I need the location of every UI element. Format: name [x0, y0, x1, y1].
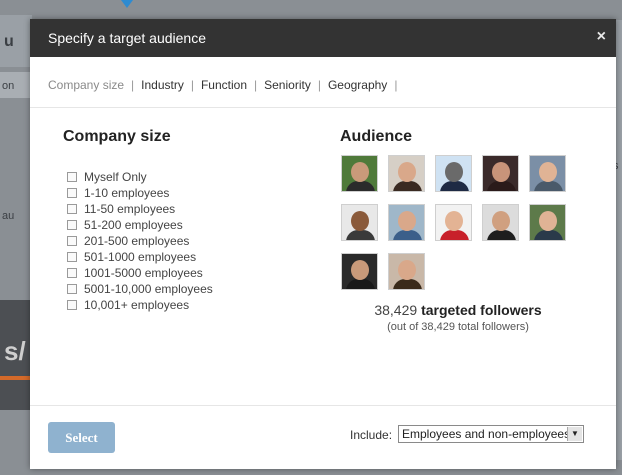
avatar [341, 253, 378, 290]
background-text: u [4, 33, 14, 50]
avatar-body [393, 181, 422, 191]
followers-count: 38,429 [374, 302, 418, 318]
avatar-body [346, 279, 375, 289]
target-audience-dialog: Specify a target audience × Company size… [30, 19, 616, 469]
option-label: Myself Only [84, 170, 147, 184]
avatar [529, 155, 566, 192]
checkbox[interactable] [67, 188, 77, 198]
checkbox[interactable] [67, 236, 77, 246]
avatar-head [351, 211, 369, 231]
background-text: s/ [4, 336, 26, 366]
filter-tabs: Company size | Industry | Function | Seniority… [48, 78, 404, 92]
checkbox[interactable] [67, 252, 77, 262]
avatar-head [445, 211, 463, 231]
avatar [388, 253, 425, 290]
option-label: 201-500 employees [84, 234, 190, 248]
checkbox[interactable] [67, 172, 77, 182]
pointer-arrow [121, 0, 133, 8]
avatar-body [440, 230, 469, 240]
dialog-header: Specify a target audience × [30, 19, 616, 57]
total-followers: (out of 38,429 total followers) [387, 321, 529, 333]
avatar [529, 204, 566, 241]
avatar [341, 155, 378, 192]
option-label: 10,001+ employees [84, 298, 190, 312]
option-1-10[interactable]: 1-10 employees [67, 185, 213, 201]
avatar [482, 155, 519, 192]
avatar-head [398, 162, 416, 182]
tab-separator: | [190, 78, 194, 92]
avatar-head [351, 260, 369, 280]
avatar-head [539, 162, 557, 182]
background-image [0, 376, 32, 380]
tab-separator: | [254, 78, 258, 92]
option-label: 1001-5000 employees [84, 266, 203, 280]
option-11-50[interactable]: 11-50 employees [67, 201, 213, 217]
chevron-down-icon[interactable]: ▼ [567, 427, 582, 441]
option-10001-plus[interactable]: 10,001+ employees [67, 297, 213, 313]
avatar [388, 155, 425, 192]
close-icon[interactable]: × [597, 28, 606, 46]
company-size-title: Company size [63, 128, 171, 145]
checkbox[interactable] [67, 284, 77, 294]
tab-divider [30, 107, 616, 108]
avatar [341, 204, 378, 241]
tab-seniority[interactable]: Seniority [264, 78, 311, 92]
avatar-head [539, 211, 557, 231]
avatar-head [398, 211, 416, 231]
avatar-body [393, 279, 422, 289]
tab-company-size[interactable]: Company size [48, 78, 124, 92]
tab-separator: | [394, 78, 398, 92]
avatar-body [534, 230, 563, 240]
dialog-title: Specify a target audience [48, 30, 206, 46]
include-selected-value: Employees and non-employees [402, 427, 571, 441]
followers-label: targeted followers [421, 302, 542, 318]
targeted-followers: 38,429 targeted followers [326, 302, 590, 318]
avatar [435, 204, 472, 241]
option-501-1000[interactable]: 501-1000 employees [67, 249, 213, 265]
avatar-body [440, 181, 469, 191]
tab-industry[interactable]: Industry [141, 78, 184, 92]
avatar-head [492, 162, 510, 182]
tab-function[interactable]: Function [201, 78, 247, 92]
option-label: 1-10 employees [84, 186, 170, 200]
include-label: Include: [350, 428, 393, 442]
avatar-body [487, 230, 516, 240]
checkbox[interactable] [67, 268, 77, 278]
tab-separator: | [131, 78, 135, 92]
avatar-body [346, 181, 375, 191]
option-201-500[interactable]: 201-500 employees [67, 233, 213, 249]
tab-geography[interactable]: Geography [328, 78, 387, 92]
avatar-body [534, 181, 563, 191]
checkbox[interactable] [67, 204, 77, 214]
option-1001-5000[interactable]: 1001-5000 employees [67, 265, 213, 281]
checkbox[interactable] [67, 220, 77, 230]
option-label: 5001-10,000 employees [84, 282, 213, 296]
avatar [482, 204, 519, 241]
option-label: 51-200 employees [84, 218, 183, 232]
audience-title: Audience [340, 128, 413, 145]
avatar-body [346, 230, 375, 240]
background-text: au [2, 210, 15, 222]
background-panel [616, 20, 622, 460]
avatar-head [445, 162, 463, 182]
option-5001-10000[interactable]: 5001-10,000 employees [67, 281, 213, 297]
tab-separator: | [317, 78, 321, 92]
avatar-head [351, 162, 369, 182]
avatar-head [398, 260, 416, 280]
avatar-body [393, 230, 422, 240]
background-text: on [2, 80, 15, 92]
footer-divider [30, 405, 616, 406]
select-button[interactable]: Select [48, 422, 115, 453]
option-myself-only[interactable]: Myself Only [67, 169, 213, 185]
option-label: 11-50 employees [84, 202, 176, 216]
company-size-options: Myself Only 1-10 employees 11-50 employe… [67, 169, 213, 313]
avatar [435, 155, 472, 192]
checkbox[interactable] [67, 300, 77, 310]
include-dropdown[interactable]: Employees and non-employees ▼ [398, 425, 584, 443]
avatar-body [487, 181, 516, 191]
avatar-head [492, 211, 510, 231]
option-label: 501-1000 employees [84, 250, 197, 264]
option-51-200[interactable]: 51-200 employees [67, 217, 213, 233]
avatar [388, 204, 425, 241]
